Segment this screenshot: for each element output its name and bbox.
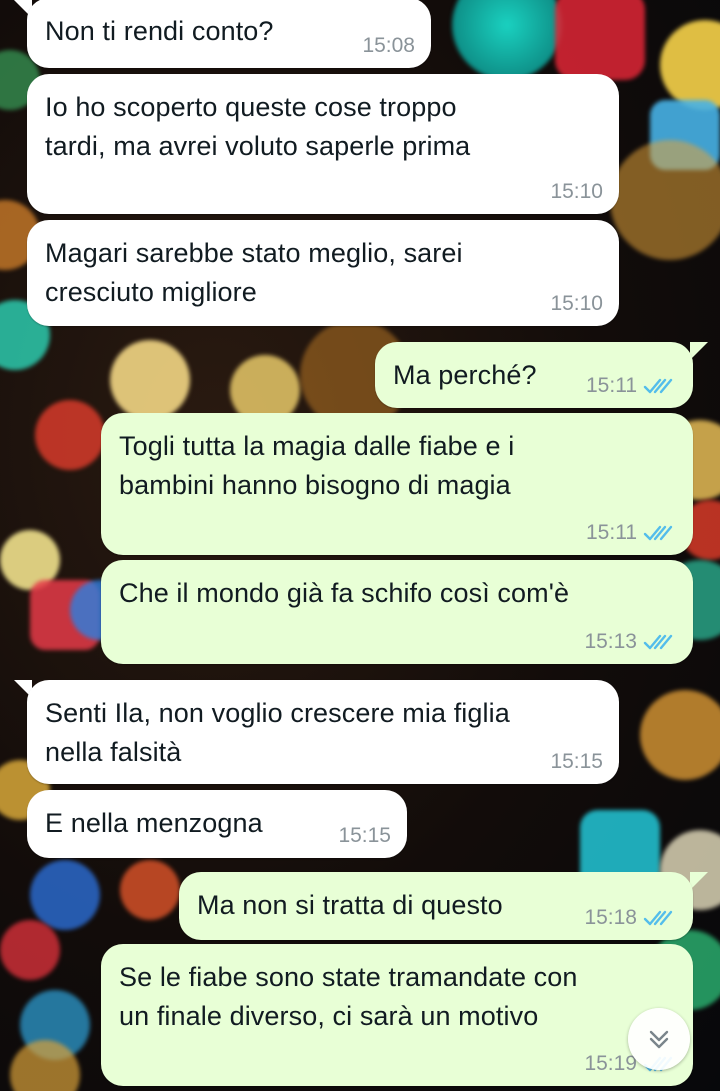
incoming-message[interactable]: E nella menzogna 15:15 — [27, 790, 407, 858]
message-meta: 15:11 — [586, 521, 677, 545]
message-time: 15:11 — [586, 521, 637, 544]
incoming-message[interactable]: Senti Ila, non voglio crescere mia figli… — [27, 680, 619, 784]
incoming-message[interactable]: Io ho scoperto queste cose troppo tardi,… — [27, 74, 619, 214]
chevron-double-down-icon — [649, 1030, 669, 1049]
message-text: Io ho scoperto queste cose troppo tardi,… — [45, 92, 471, 161]
message-meta: 15:13 — [584, 630, 677, 654]
double-check-icon — [643, 634, 673, 650]
double-check-icon — [643, 525, 673, 541]
message-meta: 15:08 — [362, 34, 415, 58]
outgoing-message[interactable]: Se le fiabe sono state tramandate con un… — [101, 944, 693, 1086]
message-text: Magari sarebbe stato meglio, sarei cresc… — [45, 238, 463, 307]
message-time: 15:10 — [550, 180, 603, 203]
message-text: Che il mondo già fa schifo così com'è — [119, 578, 570, 608]
message-meta: 15:10 — [550, 180, 603, 204]
outgoing-message[interactable]: Togli tutta la magia dalle fiabe e i bam… — [101, 413, 693, 555]
scroll-to-bottom-button[interactable] — [628, 1008, 690, 1070]
message-time: 15:15 — [338, 824, 391, 847]
double-check-icon — [643, 378, 673, 394]
message-text: Senti Ila, non voglio crescere mia figli… — [45, 698, 510, 767]
message-time: 15:15 — [550, 750, 603, 773]
outgoing-message[interactable]: Che il mondo già fa schifo così com'è 15… — [101, 560, 693, 664]
message-text: Togli tutta la magia dalle fiabe e i bam… — [119, 431, 515, 500]
bubble-tail — [690, 342, 708, 360]
message-text: E nella menzogna — [45, 808, 263, 838]
outgoing-message[interactable]: Ma non si tratta di questo 15:18 — [179, 872, 693, 940]
message-time: 15:08 — [362, 34, 415, 57]
outgoing-message[interactable]: Ma perché? 15:11 — [375, 342, 693, 408]
double-check-icon — [643, 910, 673, 926]
message-meta: 15:15 — [550, 750, 603, 774]
message-meta: 15:18 — [584, 906, 677, 930]
incoming-message[interactable]: Magari sarebbe stato meglio, sarei cresc… — [27, 220, 619, 326]
conversation-view[interactable]: Non ti rendi conto? 15:08 Io ho scoperto… — [0, 0, 720, 1091]
message-time: 15:13 — [584, 630, 637, 653]
message-meta: 15:15 — [338, 824, 391, 848]
message-text: Non ti rendi conto? — [45, 16, 274, 46]
message-text: Se le fiabe sono state tramandate con un… — [119, 962, 578, 1031]
bubble-tail — [690, 872, 708, 890]
message-meta: 15:11 — [586, 374, 677, 398]
message-time: 15:11 — [586, 374, 637, 397]
message-meta: 15:10 — [550, 292, 603, 316]
message-time: 15:18 — [584, 906, 637, 929]
message-time: 15:10 — [550, 292, 603, 315]
message-time: 15:19 — [584, 1052, 637, 1075]
incoming-message[interactable]: Non ti rendi conto? 15:08 — [27, 0, 431, 68]
